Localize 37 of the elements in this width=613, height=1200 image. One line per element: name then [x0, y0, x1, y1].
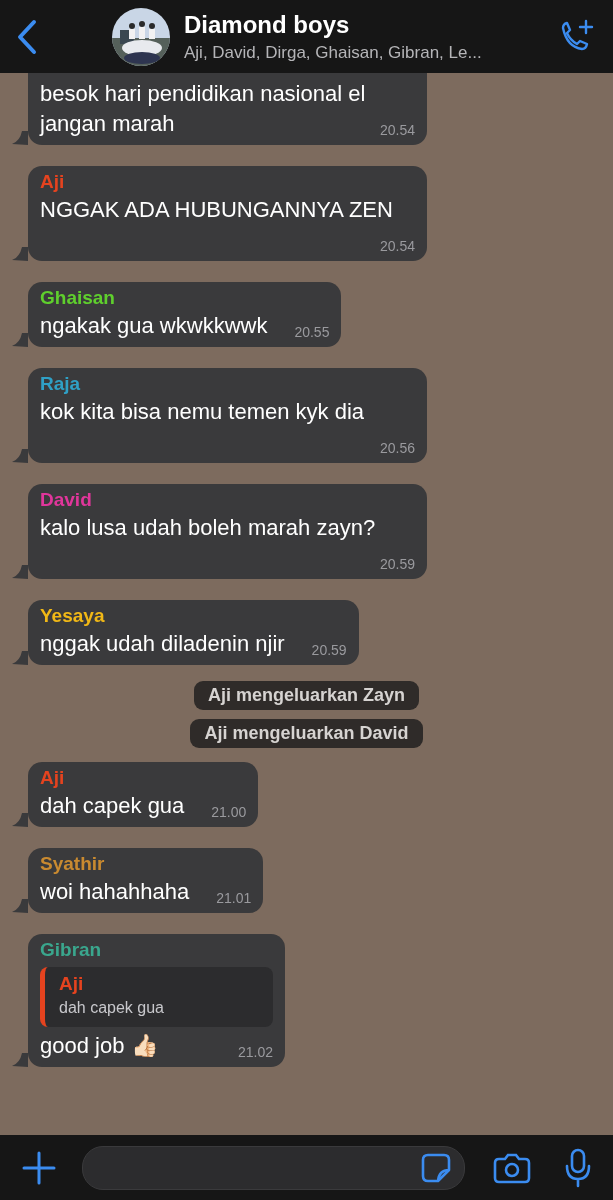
message-text: NGGAK ADA HUBUNGANNYA ZEN [40, 197, 393, 222]
sender-name: Gibran [40, 939, 103, 961]
sender-name: Aji [40, 171, 66, 193]
system-message: Aji mengeluarkan Zayn [193, 681, 420, 710]
microphone-icon[interactable] [565, 1147, 591, 1188]
message-text: kalo lusa udah boleh marah zayn? [40, 515, 376, 540]
sender-name: Ghaisan [40, 287, 116, 309]
chat-title[interactable]: Diamond boys [184, 10, 557, 39]
message-time: 20.56 [379, 439, 415, 457]
sender-name: David [40, 489, 93, 511]
sender-name: Aji [40, 767, 66, 789]
message-time: 20.54 [379, 237, 415, 255]
quoted-reply[interactable]: Aji dah capek gua [40, 967, 273, 1027]
members-list: Aji, David, Dirga, Ghaisan, Gibran, Le... [184, 42, 557, 63]
message-text: dah capek gua [40, 793, 185, 818]
message-text: kok kita bisa nemu temen kyk dia [40, 399, 365, 424]
message-time: 21.00 [211, 803, 247, 821]
message-input-field[interactable] [82, 1145, 465, 1190]
message-time: 21.02 [237, 1043, 273, 1061]
message-time: 21.01 [216, 889, 252, 907]
message-time: 20.59 [311, 641, 347, 659]
add-icon[interactable] [22, 1150, 56, 1185]
sender-name: Syathir [40, 853, 106, 875]
message-time: 20.59 [379, 555, 415, 573]
quoted-text: dah capek gua [59, 999, 165, 1017]
system-message: Aji mengeluarkan David [190, 719, 423, 748]
message-time: 20.54 [379, 121, 415, 139]
sender-name: Yesaya [40, 605, 106, 627]
message-time: 20.55 [294, 323, 330, 341]
message-text: nggak udah diladenin njir [40, 631, 285, 656]
message-text: besok hari pendidikan nasional el jangan marah [40, 81, 366, 136]
message-text: ngakak gua wkwkkwwk [40, 313, 268, 338]
sender-name: Raja [40, 373, 82, 395]
message-text: woi hahahhaha [40, 879, 190, 904]
quoted-sender: Aji [59, 973, 85, 995]
sticker-icon[interactable] [420, 1151, 452, 1184]
message-text: good job 👍🏻 [40, 1033, 158, 1058]
